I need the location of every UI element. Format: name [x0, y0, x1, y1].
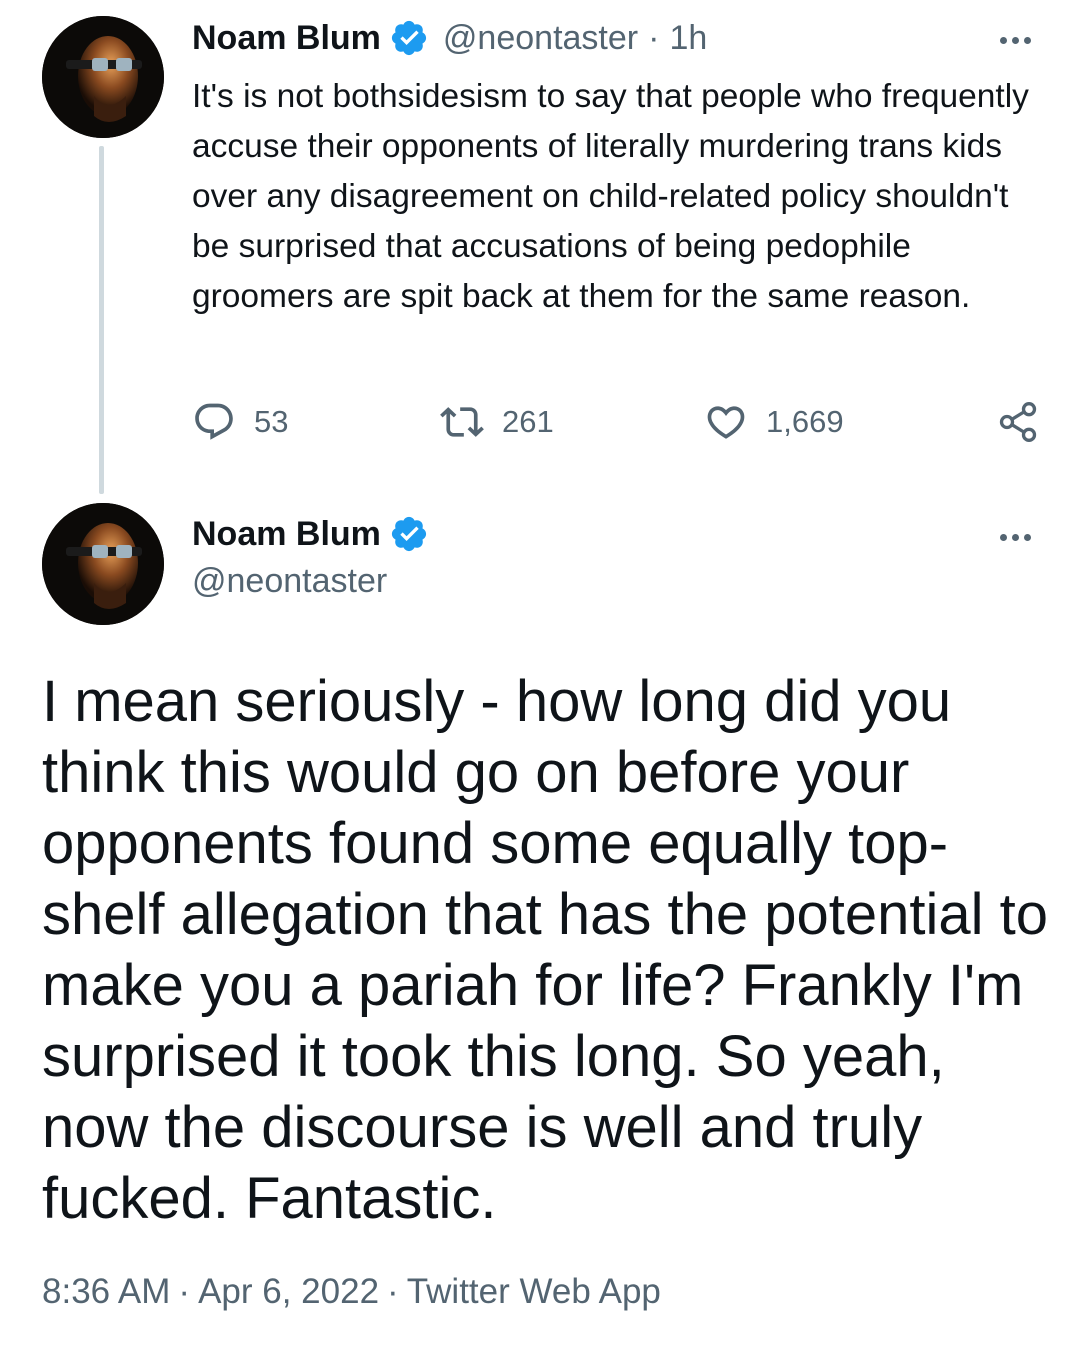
separator: · [387, 1272, 399, 1311]
main-tweet-header: Noam Blum [192, 514, 429, 554]
tweet-timestamp[interactable]: 8:36 AM [42, 1272, 170, 1311]
main-tweet-text: I mean seriously - how long did you thin… [42, 669, 1049, 1231]
tweet-actions: 53 261 1,669 [192, 400, 1042, 452]
tweet-source[interactable]: Twitter Web App [407, 1272, 661, 1311]
heart-icon [707, 406, 745, 439]
retweet-count: 261 [502, 404, 554, 439]
more-options-icon[interactable] [1000, 534, 1031, 541]
like-button[interactable]: 1,669 [704, 400, 844, 444]
separator: · [178, 1272, 191, 1311]
like-count: 1,669 [766, 404, 844, 439]
thread-connector-line [99, 146, 104, 494]
tweet-metadata: 8:36 AM · Apr 6, 2022 · Twitter Web App [42, 1272, 661, 1312]
verified-badge-icon [391, 20, 427, 56]
tweet-time[interactable]: 1h [669, 19, 707, 58]
retweet-icon [440, 407, 484, 437]
author-handle[interactable]: @neontaster [443, 19, 638, 58]
tweet-date[interactable]: Apr 6, 2022 [198, 1272, 379, 1311]
share-icon [999, 402, 1037, 442]
main-avatar[interactable] [42, 503, 164, 625]
more-options-icon[interactable] [1000, 37, 1031, 44]
author-name[interactable]: Noam Blum [192, 515, 381, 554]
share-button[interactable] [996, 400, 1040, 444]
separator: · [648, 18, 660, 57]
verified-badge-icon [391, 516, 427, 552]
parent-tweet-text: It's is not bothsidesism to say that peo… [192, 78, 1029, 315]
reply-button[interactable]: 53 [192, 400, 288, 444]
retweet-button[interactable]: 261 [440, 400, 554, 444]
reply-icon [195, 403, 233, 440]
parent-avatar[interactable] [42, 16, 164, 138]
author-name[interactable]: Noam Blum [192, 19, 381, 58]
parent-tweet-header: Noam Blum @neontaster · 1h [192, 18, 707, 58]
author-handle[interactable]: @neontaster [192, 562, 387, 601]
reply-count: 53 [254, 404, 289, 439]
